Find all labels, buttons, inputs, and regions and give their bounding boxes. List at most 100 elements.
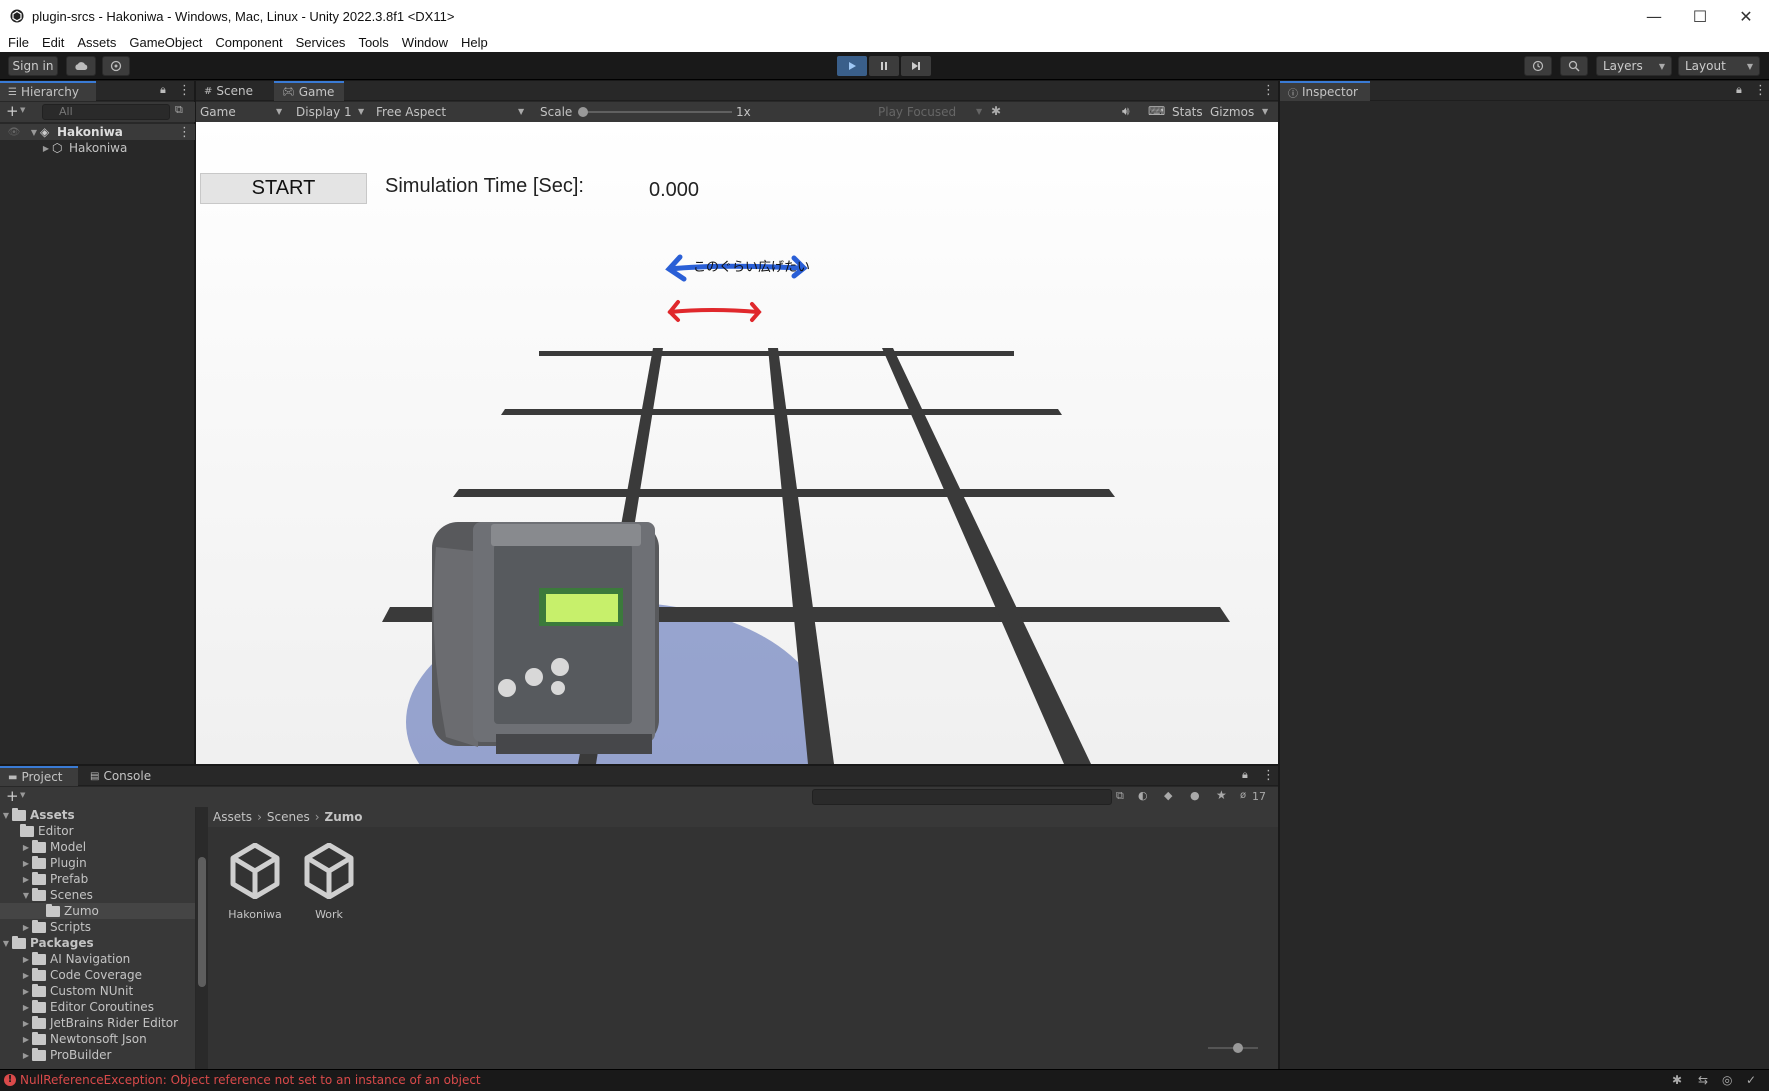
tree-model[interactable]: ▶ Model [20,839,86,855]
menu-component[interactable]: Component [215,35,282,50]
search-button[interactable] [1560,56,1588,76]
tab-inspector[interactable]: ⓘ Inspector [1280,81,1370,101]
scene-search-icon[interactable]: ⧉ [175,103,183,117]
breadcrumb-scenes[interactable]: Scenes [267,810,310,824]
gizmos-button[interactable]: Gizmos [1210,105,1254,119]
tree-probuilder[interactable]: ▶ ProBuilder [20,1047,111,1063]
tree-newtonsoft-json[interactable]: ▶ Newtonsoft Json [20,1031,147,1047]
menu-file[interactable]: File [8,35,29,50]
hidden-packages-icon[interactable]: ø [1240,790,1246,801]
hierarchy-scene-row[interactable]: 👁︎ ▼ ◈ Hakoniwa ⋮ [0,124,195,140]
search-scope-icon[interactable]: ⧉ [1116,789,1124,803]
chevron-down-icon[interactable]: ▼ [28,128,40,137]
visibility-icon[interactable]: 👁︎ [0,127,28,138]
asset-hakoniwa[interactable]: Hakoniwa [220,842,290,921]
project-search-input[interactable] [812,789,1112,805]
tree-scenes[interactable]: ▼ Scenes [20,887,93,903]
scale-slider-handle[interactable] [578,107,588,117]
lock-icon[interactable]: 🔒︎ [160,83,166,97]
chevron-down-icon[interactable]: ▼ [20,891,32,900]
chevron-down-icon[interactable]: ▼ [20,791,25,799]
start-button[interactable]: START [200,173,367,204]
chevron-down-icon[interactable]: ▼ [1262,107,1268,116]
kebab-menu-icon[interactable]: ⋮ [1754,83,1767,98]
chevron-down-icon[interactable]: ▼ [0,939,12,948]
tab-project[interactable]: ▬ Project [0,766,78,786]
menu-services[interactable]: Services [296,35,346,50]
chevron-down-icon[interactable]: ▼ [20,106,25,114]
tree-scrollbar[interactable] [196,807,208,1070]
chevron-right-icon[interactable]: ▶ [20,971,32,980]
type-filter-icon[interactable]: ◐ [1138,789,1148,802]
keyboard-icon[interactable]: ⌨ [1148,104,1165,118]
add-icon[interactable]: + [6,787,19,805]
tab-hierarchy[interactable]: ☰ Hierarchy [0,81,96,101]
menu-assets[interactable]: Assets [77,35,116,50]
hierarchy-search-input[interactable]: All [42,104,170,120]
tree-custom-nunit[interactable]: ▶ Custom NUnit [20,983,133,999]
tree-editor-coroutines[interactable]: ▶ Editor Coroutines [20,999,154,1015]
chevron-down-icon[interactable]: ▼ [976,107,982,116]
chevron-right-icon[interactable]: ▶ [20,1019,32,1028]
tree-scripts[interactable]: ▶ Scripts [20,919,91,935]
chevron-right-icon[interactable]: ▶ [20,1035,32,1044]
tree-ai-navigation[interactable]: ▶ AI Navigation [20,951,130,967]
play-button[interactable] [837,56,867,76]
warning-filter-icon[interactable]: ● [1190,789,1200,802]
kebab-menu-icon[interactable]: ⋮ [178,83,191,98]
kebab-menu-icon[interactable]: ⋮ [178,125,191,140]
tree-assets[interactable]: ▼ Assets [0,807,75,823]
tree-zumo[interactable]: Zumo [0,903,195,919]
audio-icon[interactable]: 🔊︎ [1122,104,1130,119]
tab-console[interactable]: ▤ Console [82,766,162,786]
game-viewport[interactable]: START Simulation Time [Sec]: 0.000 このぐらい… [196,122,1278,764]
menu-help[interactable]: Help [461,35,488,50]
icon-size-slider-handle[interactable] [1233,1043,1243,1053]
sign-in-button[interactable]: Sign in [8,56,58,76]
tree-code-coverage[interactable]: ▶ Code Coverage [20,967,142,983]
progress-icon[interactable]: ✓ [1746,1073,1756,1087]
tree-jetbrains-rider[interactable]: ▶ JetBrains Rider Editor [20,1015,178,1031]
tree-plugin[interactable]: ▶ Plugin [20,855,87,871]
chevron-down-icon[interactable]: ▼ [518,107,524,116]
chevron-right-icon[interactable]: ▶ [40,144,52,153]
pause-button[interactable] [869,56,899,76]
aspect-dropdown[interactable]: Free Aspect [376,105,446,119]
menu-edit[interactable]: Edit [42,35,64,50]
chevron-down-icon[interactable]: ▼ [276,107,282,116]
play-mode-dropdown[interactable]: Play Focused [878,105,956,119]
chevron-right-icon[interactable]: ▶ [20,1051,32,1060]
bug-icon[interactable]: ✱ [991,104,1001,118]
minimize-button[interactable]: — [1631,0,1677,32]
display-dropdown[interactable]: Display 1 [296,105,352,119]
scale-slider-track[interactable] [582,111,732,113]
hierarchy-object-row[interactable]: ▶ ⬡ Hakoniwa [0,140,195,156]
tree-editor[interactable]: Editor [20,823,74,839]
chevron-right-icon[interactable]: ▶ [20,923,32,932]
bug-icon[interactable]: ✱ [1672,1073,1682,1087]
layout-dropdown[interactable]: Layout ▼ [1678,56,1760,76]
chevron-down-icon[interactable]: ▼ [358,107,364,116]
add-icon[interactable]: + [6,102,19,120]
view-mode-dropdown[interactable]: Game [200,105,236,119]
kebab-menu-icon[interactable]: ⋮ [1262,768,1275,783]
tab-scene[interactable]: # Scene [196,81,274,101]
asset-work[interactable]: Work [294,842,364,921]
cache-icon[interactable]: ◎ [1722,1073,1732,1087]
close-button[interactable]: ✕ [1723,0,1769,32]
collab-button[interactable] [102,56,130,76]
chevron-down-icon[interactable]: ▼ [0,811,12,820]
menu-window[interactable]: Window [402,35,448,50]
chevron-right-icon[interactable]: ▶ [20,1003,32,1012]
chevron-right-icon[interactable]: ▶ [20,875,32,884]
scrollbar-thumb[interactable] [198,857,206,987]
tab-game[interactable]: 🎮︎ Game [274,81,344,101]
menu-tools[interactable]: Tools [358,35,388,50]
tree-prefab[interactable]: ▶ Prefab [20,871,88,887]
step-button[interactable] [901,56,931,76]
chevron-right-icon[interactable]: ▶ [20,843,32,852]
breadcrumb-assets[interactable]: Assets [213,810,252,824]
layers-dropdown[interactable]: Layers ▼ [1596,56,1672,76]
lock-icon[interactable]: 🔒︎ [1242,768,1248,782]
chevron-right-icon[interactable]: ▶ [20,987,32,996]
